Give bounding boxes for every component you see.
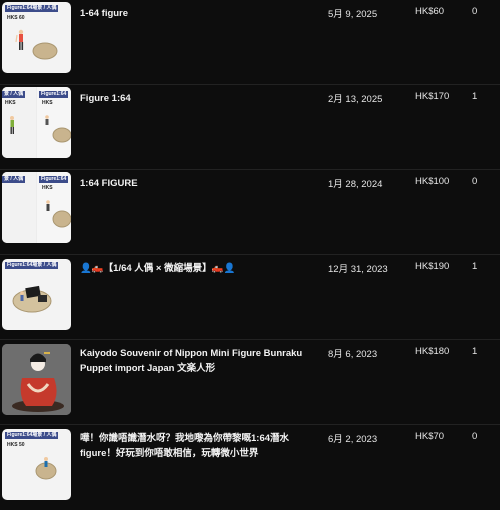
listing-quantity: 0	[472, 176, 478, 187]
listing-title[interactable]: 1-64 figure	[80, 6, 305, 21]
listing-row[interactable]: Figure1:64場景 / 人偶 HKS 50 嘩！你識唔識潛水呀？我地嚟為你…	[0, 425, 500, 510]
listing-date: 5月 9, 2025	[328, 9, 378, 20]
listing-price: HK$190	[415, 261, 450, 272]
listing-row[interactable]: 景 / 人偶 Figure1:64 HKS 1:64 FIGURE 1月 28,…	[0, 170, 500, 255]
listing-thumbnail[interactable]: Figure1:64場景 / 人偶 HKS 60	[2, 2, 71, 73]
figure-image	[46, 200, 71, 228]
listing-quantity: 0	[472, 6, 478, 17]
listing-title[interactable]: Figure 1:64	[80, 91, 305, 106]
listing-price: HK$100	[415, 176, 450, 187]
listing-quantity: 0	[472, 431, 478, 442]
listing-price: HK$70	[415, 431, 445, 442]
listing-thumbnail[interactable]: 景 / 人偶 Figure1:64 HKS HKS	[2, 87, 71, 158]
listing-quantity: 1	[472, 346, 478, 357]
listing-thumbnail[interactable]	[2, 344, 71, 415]
figure-image	[35, 457, 57, 480]
listing-date: 8月 6, 2023	[328, 349, 378, 360]
listing-price: HK$60	[415, 6, 445, 17]
listing-date: 2月 13, 2025	[328, 94, 383, 105]
listing-thumbnail[interactable]: 景 / 人偶 Figure1:64 HKS	[2, 172, 71, 243]
figure-image	[2, 344, 71, 415]
listing-date: 1月 28, 2024	[328, 179, 383, 190]
listing-title[interactable]: Kaiyodo Souvenir of Nippon Mini Figure B…	[80, 346, 305, 376]
listing-price: HK$180	[415, 346, 450, 357]
listing-row[interactable]: Figure1:64場景 / 人偶 HKS 60 1-64 figure 5月 …	[0, 0, 500, 85]
listing-date: 6月 2, 2023	[328, 434, 378, 445]
listing-thumbnail[interactable]: Figure1:64場景 / 人偶 HKS 50	[2, 429, 71, 500]
listing-title[interactable]: 👤🛻【1/64 人偶 × 微縮場景】🛻👤	[80, 261, 305, 276]
listing-quantity: 1	[472, 91, 478, 102]
listing-title[interactable]: 嘩！你識唔識潛水呀？我地嚟為你帶黎嘅1:64潛水figure！好玩到你唔敢相信，…	[80, 431, 305, 461]
figure-image	[10, 115, 71, 143]
listing-thumbnail[interactable]: Figure1:64場景 / 人偶	[2, 259, 71, 330]
listing-row[interactable]: 景 / 人偶 Figure1:64 HKS HKS Figure 1:64 2月…	[0, 85, 500, 170]
listing-price: HK$170	[415, 91, 450, 102]
listing-row[interactable]: Figure1:64場景 / 人偶 👤🛻【1/64 人偶 × 微縮場景】🛻👤 1…	[0, 255, 500, 340]
listing-table: Figure1:64場景 / 人偶 HKS 60 1-64 figure 5月 …	[0, 0, 500, 500]
figure-image	[12, 285, 52, 313]
figure-image	[15, 29, 58, 60]
listing-row[interactable]: Kaiyodo Souvenir of Nippon Mini Figure B…	[0, 340, 500, 425]
listing-date: 12月 31, 2023	[328, 264, 388, 275]
listing-title[interactable]: 1:64 FIGURE	[80, 176, 305, 191]
listing-quantity: 1	[472, 261, 478, 272]
